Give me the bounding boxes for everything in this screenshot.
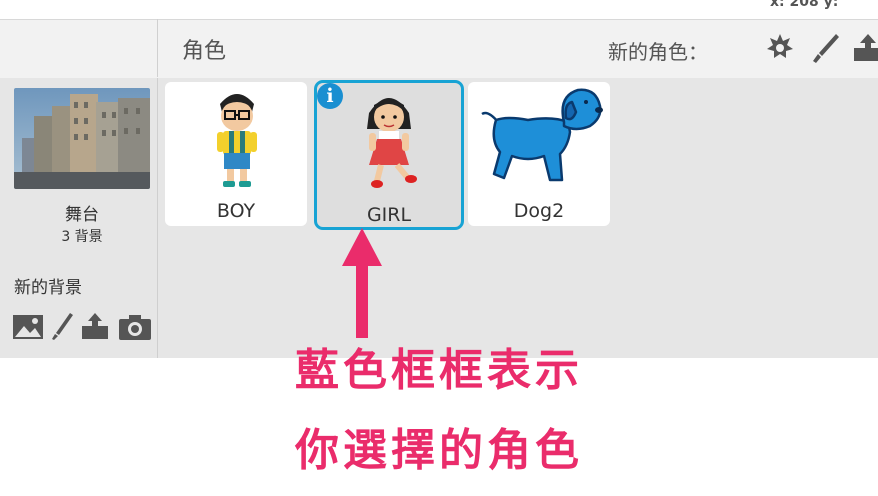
- new-sprite-label: 新的角色：: [608, 40, 708, 64]
- sprite-name: BOY: [216, 200, 256, 222]
- backdrop-count: 3 背景: [61, 229, 103, 245]
- sprite-tile-boy[interactable]: BOY: [165, 82, 307, 226]
- new-backdrop-label: 新的背景: [14, 278, 82, 298]
- sprites-header: [0, 19, 878, 79]
- upload-icon[interactable]: [850, 30, 878, 66]
- sprite-library-icon[interactable]: [762, 30, 798, 66]
- sprite-tile-dog2[interactable]: Dog2: [468, 82, 610, 226]
- sprites-title: 角色: [182, 39, 227, 64]
- sprite-name: GIRL: [366, 204, 412, 226]
- paint-brush-icon[interactable]: [808, 30, 844, 66]
- stage-divider: [157, 78, 158, 358]
- boy-sprite-image: [217, 94, 257, 187]
- annotation-arrow-icon: [342, 228, 382, 338]
- header-divider: [157, 19, 158, 77]
- info-icon[interactable]: i: [317, 83, 343, 109]
- mouse-coordinates: x: 208 y:: [770, 0, 839, 10]
- annotation-line-2: 你選擇的角色: [295, 425, 583, 476]
- stage-thumbnail[interactable]: [14, 88, 150, 189]
- stage-label: 舞台: [65, 205, 99, 225]
- dog-sprite-image: [481, 88, 603, 182]
- stage-backdrop-image: [14, 88, 150, 189]
- annotation-line-1: 藍色框框表示: [295, 345, 583, 396]
- sprite-name: Dog2: [513, 200, 565, 222]
- sprite-tile-girl[interactable]: i GIRL: [314, 80, 464, 230]
